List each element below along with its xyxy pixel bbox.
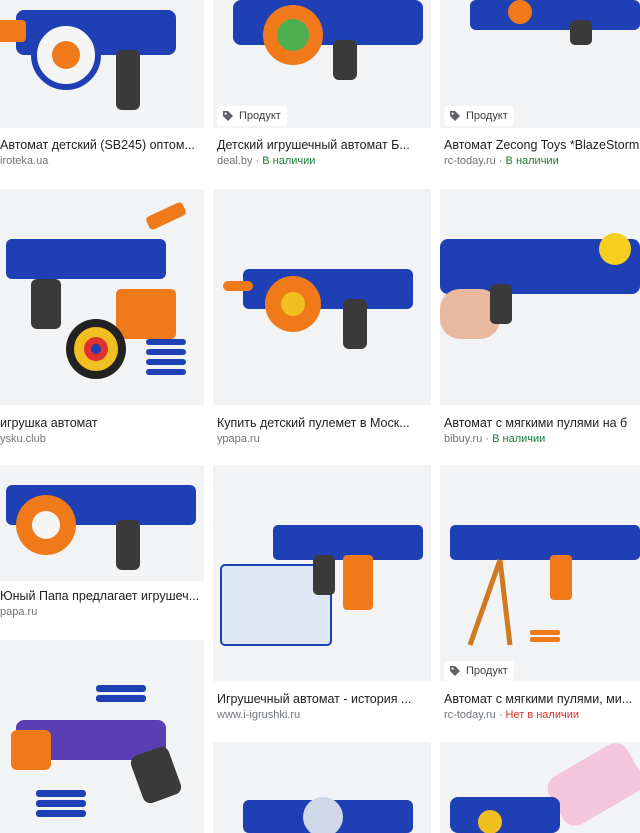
tag-icon	[223, 111, 233, 121]
result-source-line: урapa.ru	[217, 432, 260, 446]
result-card-12[interactable]	[440, 742, 640, 833]
result-card-1[interactable]: Автомат детский (SB245) оптом... iroteka…	[0, 0, 204, 170]
result-image[interactable]	[213, 465, 431, 681]
availability-status: В наличии	[492, 433, 546, 445]
result-image[interactable]	[213, 189, 431, 405]
result-image[interactable]	[440, 189, 640, 405]
result-title[interactable]: Детский игрушечный автомат Б...	[217, 137, 429, 153]
result-card-11[interactable]	[213, 742, 431, 833]
result-card-8[interactable]: Игрушечный автомат - история ... www.i-i…	[213, 465, 431, 723]
result-source: www.i-igrushki.ru	[217, 709, 301, 721]
result-source-line: deal.by · В наличии	[217, 155, 316, 167]
result-title[interactable]: Автомат детский (SB245) оптом...	[0, 137, 202, 153]
result-source: rc-today.ru	[444, 709, 496, 721]
result-card-9[interactable]: Продукт Автомат с мягкими пулями, ми... …	[440, 465, 640, 723]
result-title[interactable]: Юный Папа предлагает игрушеч...	[0, 588, 202, 604]
result-card-2[interactable]: Продукт Детский игрушечный автомат Б... …	[213, 0, 431, 170]
result-source: deal.by	[217, 155, 253, 167]
result-source-line: rc-today.ru · В наличии	[444, 155, 559, 167]
product-badge: Продукт	[444, 661, 514, 681]
result-card-3[interactable]: Продукт Автомат Zecong Toys *BlazeStorm …	[440, 0, 640, 170]
result-source-line: rc-today.ru · Нет в наличии	[444, 709, 580, 721]
product-badge: Продукт	[217, 106, 287, 126]
pink-blaster-image	[450, 743, 640, 833]
blaster-tripod-image	[450, 525, 640, 646]
blaster-hand-image	[440, 233, 640, 339]
result-card-4[interactable]: игрушка автомат ysku.club	[0, 189, 204, 445]
result-image[interactable]: Продукт	[440, 465, 640, 681]
result-card-6[interactable]: Автомат с мягкими пулями на б bibuy.ru ·…	[440, 189, 640, 445]
blaster-image	[243, 797, 413, 833]
result-source-line: papa.ru	[0, 605, 37, 619]
blaster-box-image	[220, 525, 423, 646]
result-title[interactable]: Автомат с мягкими пулями на б	[444, 415, 640, 431]
availability-status: В наличии	[262, 155, 316, 167]
result-title[interactable]: Купить детский пулемет в Моск...	[217, 415, 429, 431]
blaster-target-image	[6, 202, 186, 379]
product-badge-label: Продукт	[466, 665, 508, 677]
result-image[interactable]	[213, 742, 431, 833]
result-image[interactable]: Продукт	[440, 0, 640, 128]
result-card-5[interactable]: Купить детский пулемет в Моск... урapa.r…	[213, 189, 431, 445]
blaster-image	[6, 485, 196, 570]
result-source: ysku.club	[0, 433, 46, 445]
product-badge: Продукт	[444, 106, 514, 126]
result-image[interactable]	[0, 640, 204, 833]
tag-icon	[450, 666, 460, 676]
result-title[interactable]: Игрушечный автомат - история ...	[217, 691, 429, 707]
availability-status: Нет в наличии	[505, 709, 580, 721]
result-source: iroteka.ua	[0, 155, 49, 167]
blaster-image	[0, 10, 176, 110]
result-image[interactable]	[0, 465, 204, 581]
result-image[interactable]	[0, 0, 204, 128]
result-source: rc-today.ru	[444, 155, 496, 167]
availability-status: В наличии	[505, 155, 559, 167]
product-badge-label: Продукт	[239, 110, 281, 122]
result-card-10[interactable]	[0, 640, 204, 833]
shotgun-blaster-image	[11, 685, 182, 817]
result-source-line: iroteka.ua	[0, 154, 48, 168]
result-source-line: www.i-igrushki.ru	[217, 708, 300, 722]
result-title[interactable]: игрушка автомат	[0, 415, 202, 431]
result-title[interactable]: Автомат Zecong Toys *BlazeStorm	[444, 137, 640, 153]
result-source: bibuy.ru	[444, 433, 483, 445]
result-card-7[interactable]: Юный Папа предлагает игрушеч... papa.ru	[0, 465, 204, 623]
result-title[interactable]: Автомат с мягкими пулями, ми...	[444, 691, 640, 707]
result-image[interactable]: Продукт	[213, 0, 431, 128]
result-source: урapa.ru	[217, 433, 260, 445]
result-source-line: ysku.club	[0, 432, 46, 446]
product-badge-label: Продукт	[466, 110, 508, 122]
tag-icon	[450, 111, 460, 121]
result-image[interactable]	[440, 742, 640, 833]
blaster-image	[223, 269, 413, 349]
result-image[interactable]	[0, 189, 204, 405]
result-source: papa.ru	[0, 606, 38, 618]
result-source-line: bibuy.ru · В наличии	[444, 433, 546, 445]
